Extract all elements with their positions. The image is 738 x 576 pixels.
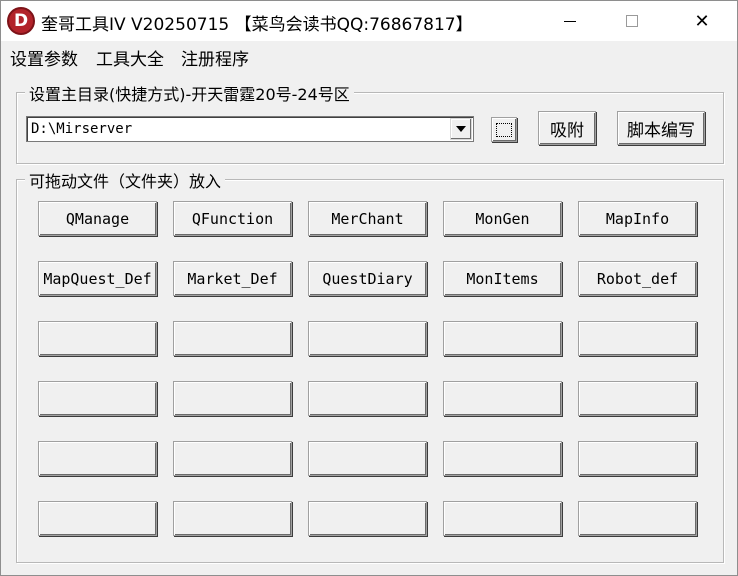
script-edit-button[interactable]: 脚本编写 [617, 111, 705, 145]
file-button-empty[interactable] [578, 321, 697, 356]
close-button[interactable]: ✕ [679, 1, 725, 41]
minimize-icon [564, 20, 576, 22]
dropdown-button[interactable] [450, 118, 472, 140]
app-icon[interactable]: D [7, 7, 35, 35]
file-button-questdiary[interactable]: QuestDiary [308, 261, 427, 296]
chevron-down-icon [456, 126, 466, 132]
file-button-empty[interactable] [578, 501, 697, 536]
file-button-empty[interactable] [308, 441, 427, 476]
file-button-empty[interactable] [578, 441, 697, 476]
menu-bar: 设置参数 工具大全 注册程序 [1, 41, 737, 71]
path-value: D:\Mirserver [31, 121, 133, 137]
file-button-empty[interactable] [38, 381, 157, 416]
window-title: 奎哥工具IV V20250715 【菜鸟会读书QQ:76867817】 [41, 15, 473, 35]
file-button-mongen[interactable]: MonGen [443, 201, 562, 236]
file-button-monitems[interactable]: MonItems [443, 261, 562, 296]
file-button-empty[interactable] [308, 321, 427, 356]
file-button-empty[interactable] [173, 441, 292, 476]
minimize-button[interactable] [547, 1, 593, 41]
menu-settings[interactable]: 设置参数 [10, 45, 78, 70]
main-window: D 奎哥工具IV V20250715 【菜鸟会读书QQ:76867817】 ✕ … [0, 0, 738, 576]
file-button-empty[interactable] [443, 381, 562, 416]
file-button-empty[interactable] [38, 321, 157, 356]
file-button-empty[interactable] [443, 321, 562, 356]
close-icon: ✕ [694, 10, 710, 32]
file-button-merchant[interactable]: MerChant [308, 201, 427, 236]
file-button-empty[interactable] [173, 501, 292, 536]
file-button-market-def[interactable]: Market_Def [173, 261, 292, 296]
file-button-mapquest-def[interactable]: MapQuest_Def [38, 261, 157, 296]
path-combobox[interactable]: D:\Mirserver [26, 116, 474, 142]
file-button-empty[interactable] [38, 441, 157, 476]
file-button-empty[interactable] [38, 501, 157, 536]
file-button-empty[interactable] [173, 321, 292, 356]
maximize-button[interactable] [609, 1, 655, 41]
file-button-empty[interactable] [443, 501, 562, 536]
file-button-robot-def[interactable]: Robot_def [578, 261, 697, 296]
attach-button[interactable]: 吸附 [538, 111, 596, 145]
menu-tools[interactable]: 工具大全 [96, 45, 164, 70]
file-button-empty[interactable] [173, 381, 292, 416]
file-button-empty[interactable] [308, 501, 427, 536]
browse-icon [496, 122, 512, 137]
maximize-icon [626, 15, 638, 27]
file-button-empty[interactable] [308, 381, 427, 416]
files-group-legend: 可拖动文件（文件夹）放入 [25, 168, 226, 192]
browse-button[interactable] [491, 117, 517, 142]
file-button-empty[interactable] [578, 381, 697, 416]
menu-register[interactable]: 注册程序 [181, 45, 249, 70]
dir-group-legend: 设置主目录(快捷方式)-开天雷霆20号-24号区 [25, 81, 354, 105]
file-button-empty[interactable] [443, 441, 562, 476]
title-bar[interactable]: D 奎哥工具IV V20250715 【菜鸟会读书QQ:76867817】 ✕ [1, 1, 737, 41]
file-button-qmanage[interactable]: QManage [38, 201, 157, 236]
file-button-mapinfo[interactable]: MapInfo [578, 201, 697, 236]
file-button-qfunction[interactable]: QFunction [173, 201, 292, 236]
